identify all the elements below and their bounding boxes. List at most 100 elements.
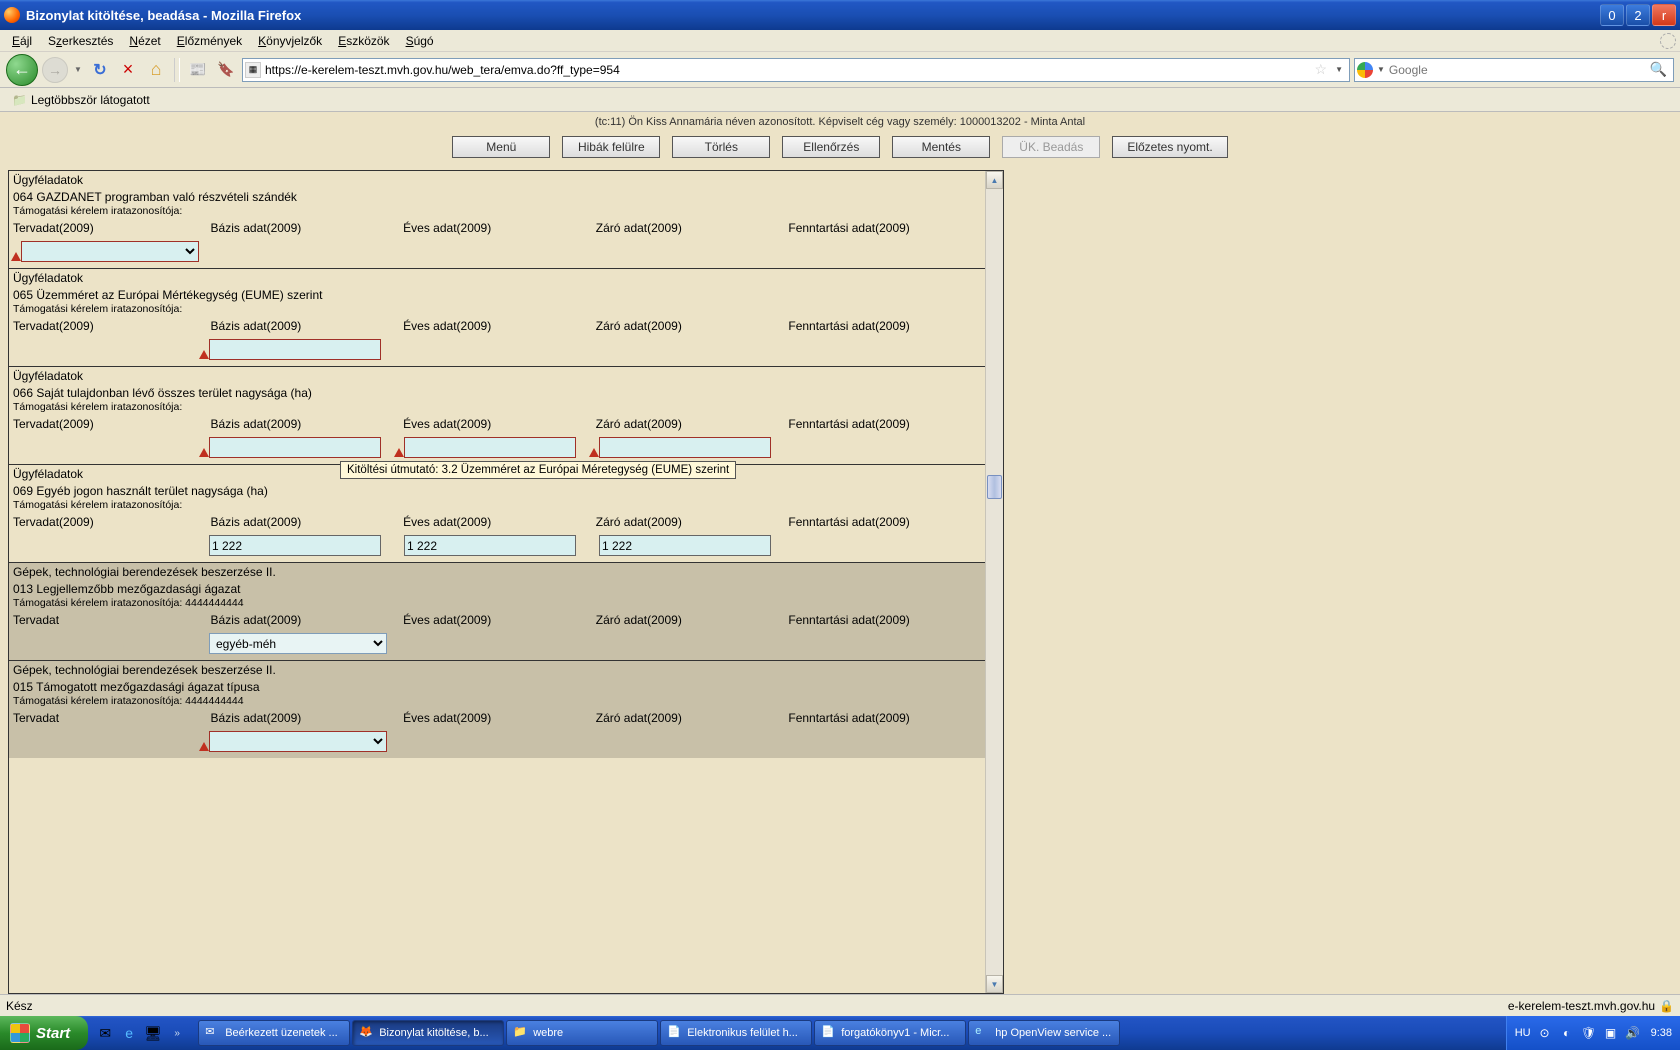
section-title: 015 Támogatott mezőgazdasági ágazat típu… <box>9 679 985 695</box>
errors-up-button[interactable]: Hibák felülre <box>562 136 660 158</box>
url-dropdown-icon[interactable]: ▼ <box>1331 65 1347 74</box>
warning-icon <box>394 448 404 457</box>
task-word2[interactable]: 📄forgatókönyv1 - Micr... <box>814 1020 966 1046</box>
quick-launch: ✉ e 🖥 » <box>88 1022 194 1044</box>
back-button[interactable] <box>6 54 38 86</box>
identity-status: (tc:11) Ön Kiss Annamária néven azonosít… <box>0 112 1680 132</box>
home-button[interactable] <box>144 58 168 82</box>
col-tervadat: Tervadat(2009) <box>13 319 211 333</box>
tray-icon[interactable]: ▣ <box>1603 1025 1619 1041</box>
bookmark-most-visited[interactable]: Legtöbbször látogatott <box>6 91 156 109</box>
minimize-button[interactable] <box>1600 4 1624 26</box>
tray-icon[interactable]: ⊙ <box>1537 1025 1553 1041</box>
menu-view[interactable]: Nézet <box>121 32 168 50</box>
search-bar[interactable]: ▼ 🔍 <box>1354 58 1674 82</box>
bazis-input[interactable] <box>209 339 381 360</box>
firefox-icon <box>4 7 20 23</box>
close-button[interactable] <box>1652 4 1676 26</box>
save-button[interactable]: Mentés <box>892 136 990 158</box>
start-button[interactable]: Start <box>0 1016 88 1050</box>
tray-icon[interactable]: 🛡 <box>1581 1025 1597 1041</box>
scroll-up-button[interactable]: ▲ <box>986 171 1003 189</box>
maximize-button[interactable] <box>1626 4 1650 26</box>
ql-outlook-icon[interactable]: ✉ <box>94 1022 116 1044</box>
menu-edit[interactable]: Szerkesztés <box>40 32 121 50</box>
eves-input[interactable] <box>404 535 576 556</box>
bazis-select[interactable]: egyéb-méh <box>209 633 387 654</box>
section-title: 065 Üzemméret az Európai Mértékegység (E… <box>9 287 985 303</box>
bazis-select[interactable] <box>209 731 387 752</box>
col-fenntart: Fenntartási adat(2009) <box>788 515 981 529</box>
col-zaro: Záró adat(2009) <box>596 711 789 725</box>
task-folder[interactable]: 📁webre <box>506 1020 658 1046</box>
col-zaro: Záró adat(2009) <box>596 319 789 333</box>
menu-history[interactable]: Előzmények <box>169 32 250 50</box>
readlater-icon[interactable] <box>214 58 238 82</box>
scroll-down-button[interactable]: ▼ <box>986 975 1003 993</box>
ql-desktop-icon[interactable]: 🖥 <box>142 1022 164 1044</box>
feed-icon[interactable] <box>186 58 210 82</box>
menu-help[interactable]: Súgó <box>398 32 442 50</box>
ql-ie-icon[interactable]: e <box>118 1022 140 1044</box>
section-013: Gépek, technológiai berendezések beszerz… <box>9 563 985 661</box>
task-word1[interactable]: 📄Elektronikus felület h... <box>660 1020 812 1046</box>
section-title: 066 Saját tulajdonban lévő összes terüle… <box>9 385 985 401</box>
ql-expand-icon[interactable]: » <box>166 1022 188 1044</box>
section-header: Gépek, technológiai berendezések beszerz… <box>9 563 985 581</box>
windows-taskbar: Start ✉ e 🖥 » ✉Beérkezett üzenetek ... 🦊… <box>0 1016 1680 1050</box>
task-firefox[interactable]: 🦊Bizonylat kitöltése, b... <box>352 1020 504 1046</box>
tray-clock[interactable]: 9:38 <box>1651 1027 1672 1039</box>
bookmarks-toolbar: Legtöbbször látogatott <box>0 88 1680 112</box>
bazis-input[interactable] <box>209 535 381 556</box>
section-subtitle: Támogatási kérelem iratazonosítója: 4444… <box>9 597 985 611</box>
system-tray: HU ⊙ ◐ 🛡 ▣ 🔊 9:38 <box>1506 1016 1680 1050</box>
zaro-input[interactable] <box>599 535 771 556</box>
task-button-area: ✉Beérkezett üzenetek ... 🦊Bizonylat kitö… <box>194 1020 1506 1046</box>
section-015: Gépek, technológiai berendezések beszerz… <box>9 661 985 758</box>
url-bar[interactable]: ▦ ☆ ▼ <box>242 58 1350 82</box>
scroll-thumb[interactable] <box>987 475 1002 499</box>
check-button[interactable]: Ellenőrzés <box>782 136 880 158</box>
field-tooltip: Kitöltési útmutató: 3.2 Üzemméret az Eur… <box>340 461 736 479</box>
section-subtitle: Támogatási kérelem iratazonosítója: <box>9 303 985 317</box>
eves-input[interactable] <box>404 437 576 458</box>
form-scrollbar[interactable]: ▲ ▼ <box>985 171 1003 993</box>
menu-tools[interactable]: Eszközök <box>330 32 397 50</box>
reload-button[interactable] <box>88 58 112 82</box>
bazis-input[interactable] <box>209 437 381 458</box>
col-zaro: Záró adat(2009) <box>596 515 789 529</box>
nav-history-dropdown[interactable]: ▼ <box>72 57 84 83</box>
col-bazis: Bázis adat(2009) <box>211 711 404 725</box>
menu-button[interactable]: Menü <box>452 136 550 158</box>
zaro-input[interactable] <box>599 437 771 458</box>
warning-icon <box>199 350 209 359</box>
tervadat-select[interactable] <box>21 241 199 262</box>
col-fenntart: Fenntartási adat(2009) <box>788 613 981 627</box>
section-header: Gépek, technológiai berendezések beszerz… <box>9 661 985 679</box>
task-ie[interactable]: ehp OpenView service ... <box>968 1020 1120 1046</box>
form-frame: Ügyféladatok 064 GAZDANET programban val… <box>8 170 1004 994</box>
section-subtitle: Támogatási kérelem iratazonosítója: <box>9 499 985 513</box>
toolbar-separator <box>174 58 180 82</box>
search-engine-dropdown[interactable]: ▼ <box>1377 65 1385 74</box>
section-subtitle: Támogatási kérelem iratazonosítója: <box>9 205 985 219</box>
url-input[interactable] <box>265 63 1311 77</box>
search-input[interactable] <box>1389 63 1646 77</box>
tray-icon[interactable]: 🔊 <box>1625 1025 1641 1041</box>
tray-icon[interactable]: ◐ <box>1559 1025 1575 1041</box>
warning-icon <box>589 448 599 457</box>
task-outlook[interactable]: ✉Beérkezett üzenetek ... <box>198 1020 350 1046</box>
scroll-track[interactable] <box>986 189 1003 975</box>
delete-button[interactable]: Törlés <box>672 136 770 158</box>
tray-lang[interactable]: HU <box>1515 1027 1531 1039</box>
preview-print-button[interactable]: Előzetes nyomt. <box>1112 136 1227 158</box>
menu-file[interactable]: Eájl <box>4 32 40 50</box>
menu-bookmarks[interactable]: Könyvjelzők <box>250 32 330 50</box>
stop-button[interactable] <box>116 58 140 82</box>
bookmark-star-icon[interactable]: ☆ <box>1311 61 1332 78</box>
search-button-icon[interactable]: 🔍 <box>1646 61 1671 78</box>
page-content: (tc:11) Ön Kiss Annamária néven azonosít… <box>0 112 1680 994</box>
section-064: Ügyféladatok 064 GAZDANET programban val… <box>9 171 985 269</box>
forward-button[interactable] <box>42 57 68 83</box>
col-fenntart: Fenntartási adat(2009) <box>788 319 981 333</box>
